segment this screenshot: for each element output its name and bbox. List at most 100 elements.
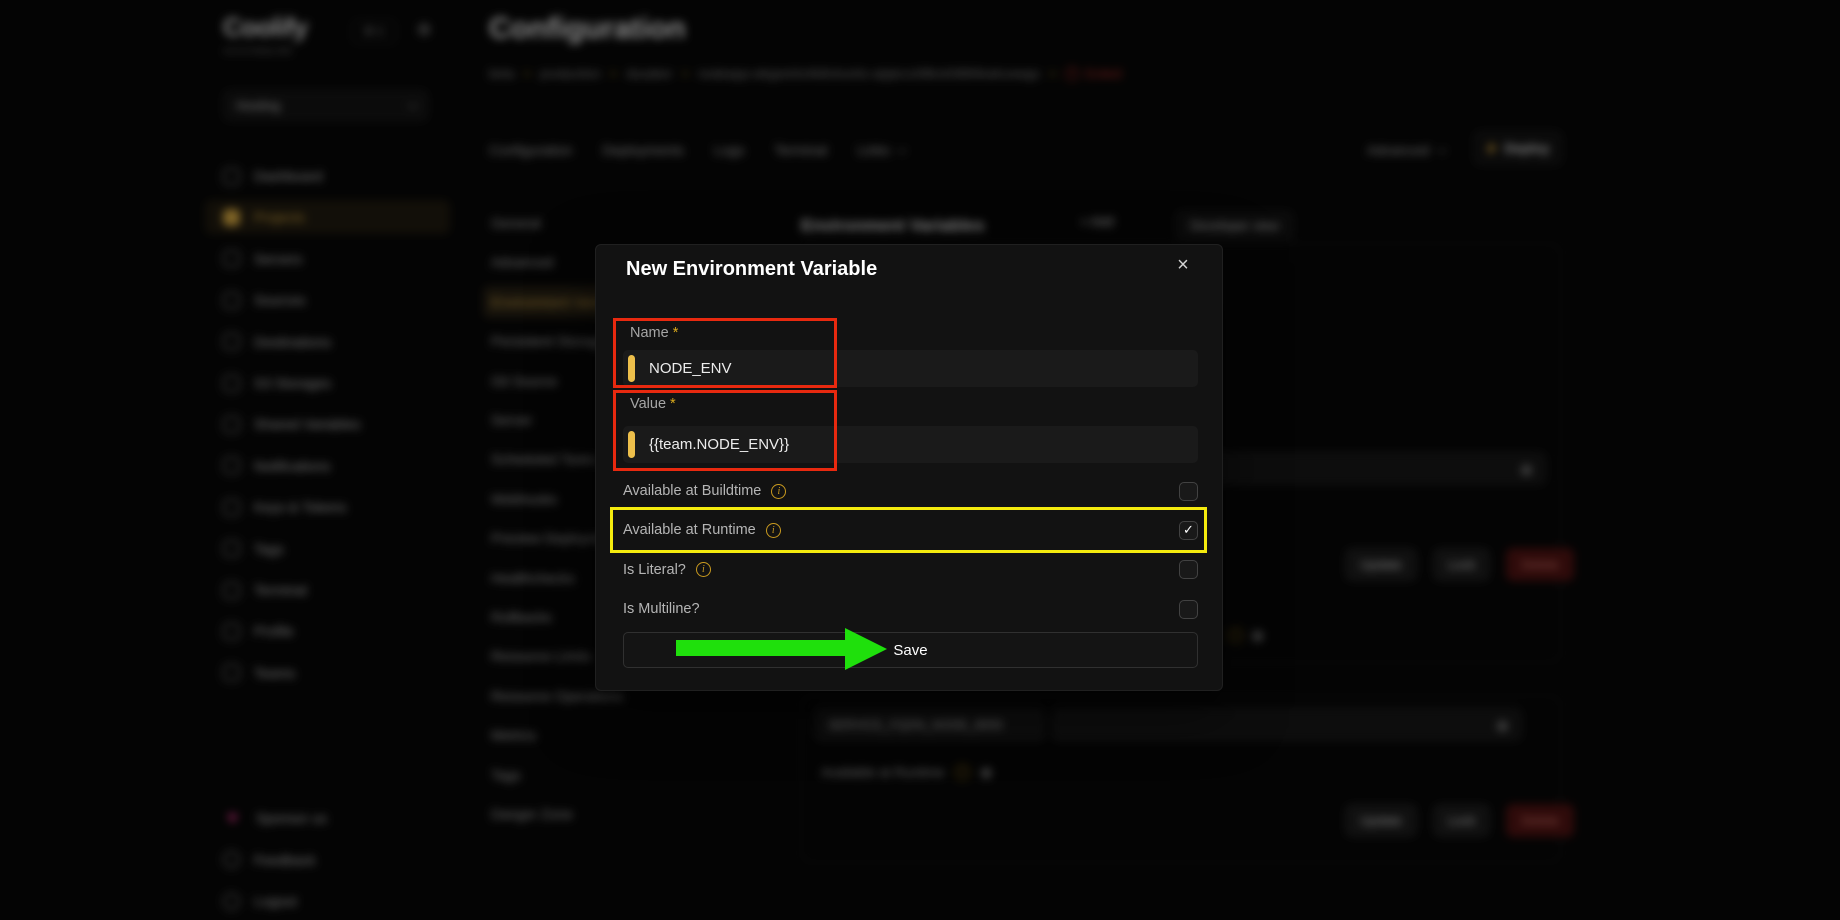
advanced-dropdown[interactable]: Advanced (1367, 142, 1444, 158)
update-button[interactable]: Update (1345, 548, 1417, 581)
save-button[interactable]: Save (623, 632, 1198, 668)
sidebar-item-destinations[interactable]: Destinations (205, 325, 450, 359)
page-title: Configuration (489, 12, 686, 46)
sidebar-item-label: Logout (254, 893, 297, 909)
dashboard-icon (223, 168, 240, 185)
shared-variables-icon (223, 416, 240, 433)
config-nav-metrics[interactable]: Metrics (483, 719, 685, 751)
sidebar-item-keys-tokens[interactable]: Keys & Tokens (205, 490, 450, 524)
sponsor-heart-icon: ♥ (223, 809, 242, 828)
tab-label: Configuration (489, 142, 572, 158)
config-nav-tags[interactable]: Tags (483, 759, 685, 791)
eye-icon[interactable]: ◉ (1520, 460, 1533, 478)
deploy-button[interactable]: Deploy (1474, 131, 1562, 165)
sidebar-item-label: Projects (254, 209, 305, 225)
sidebar-item-label: S3 Storages (254, 375, 331, 391)
env-var-2-name-input[interactable]: SERVICE_FQDN_NODE_8000 (815, 708, 1045, 741)
sidebar-item-terminal[interactable]: Terminal (205, 573, 450, 607)
sidebar-item-projects[interactable]: Projects (205, 200, 450, 234)
name-input[interactable] (623, 350, 1198, 387)
tab-terminal[interactable]: Terminal (774, 142, 827, 158)
sidebar-item-label: Destinations (254, 334, 331, 350)
lock-button[interactable]: Lock (1433, 804, 1490, 837)
close-icon[interactable]: × (1171, 253, 1195, 277)
checkbox-is-literal[interactable] (1179, 560, 1198, 579)
option-label: Available at Buildtime (623, 483, 761, 499)
value-input[interactable] (623, 426, 1198, 463)
breadcrumb-separator: > (681, 66, 689, 81)
teams-icon (223, 664, 240, 681)
tab-configuration[interactable]: Configuration (489, 142, 572, 158)
profile-icon (223, 623, 240, 640)
breadcrumb-separator: > (1049, 66, 1057, 81)
add-env-var-button[interactable]: + Add (1080, 214, 1114, 229)
breadcrumb-segment[interactable]: dusaker (626, 66, 672, 81)
sidebar-item-profile[interactable]: Profile (205, 614, 450, 648)
breadcrumb-segment[interactable]: beta (489, 66, 514, 81)
team-selector[interactable]: Hosting (223, 90, 428, 121)
env-var-2-value-input[interactable]: ◉ (1052, 708, 1522, 741)
developer-view-button[interactable]: Developer view (1176, 211, 1293, 239)
info-icon[interactable]: i (766, 523, 781, 538)
new-env-var-modal: New Environment Variable × Name * Value … (595, 244, 1223, 691)
sidebar-item-dashboard[interactable]: Dashboard (205, 159, 450, 193)
delete-button[interactable]: Delete (1506, 804, 1574, 837)
breadcrumb: beta>production>dusaker>nodeapp-wkgws0o4… (489, 66, 1122, 81)
checkbox-available-at-buildtime[interactable] (1179, 482, 1198, 501)
sidebar-item-label: Tags (254, 541, 284, 557)
tab-links[interactable]: Links (857, 142, 904, 158)
eye-icon[interactable]: ◉ (1496, 716, 1509, 734)
breadcrumb-segment[interactable]: production (540, 66, 601, 81)
info-icon[interactable]: i (771, 484, 786, 499)
sidebar-item-shared-variables[interactable]: Shared Variables (205, 407, 450, 441)
update-button[interactable]: Update (1345, 804, 1417, 837)
error-icon: ! (1065, 67, 1079, 81)
sidebar-item-tags[interactable]: Tags (205, 532, 450, 566)
sidebar-item-logout[interactable]: Logout (205, 884, 450, 918)
sidebar-item-notifications[interactable]: Notifications (205, 449, 450, 483)
sidebar-item-label: Keys & Tokens (254, 499, 346, 515)
sidebar-item-label: Feedback (254, 852, 315, 868)
env-section-title: Environment Variables (801, 216, 984, 236)
tab-logs[interactable]: Logs (714, 142, 744, 158)
lightning-icon (1486, 141, 1497, 156)
sidebar-item-sponsor-us[interactable]: ♥ Sponsor us (205, 801, 450, 835)
config-nav-general[interactable]: General (483, 207, 685, 239)
breadcrumb-segment[interactable]: nodeapp-wkgws0o4k8ckso0o-aijqlvcs08kck08… (698, 66, 1040, 81)
deploy-label: Deploy (1504, 141, 1549, 156)
info-icon[interactable]: i (696, 562, 711, 577)
env-var-1-actions: Update Lock Delete (1345, 548, 1574, 581)
sidebar-item-s3-storages[interactable]: S3 Storages (205, 366, 450, 400)
destinations-icon (223, 333, 240, 350)
sidebar-item-feedback[interactable]: Feedback (205, 843, 450, 877)
app-version: v4.0.0-beta.342 (223, 46, 293, 57)
checkbox-available-at-runtime[interactable]: ✓ (1179, 521, 1198, 540)
terminal-icon (223, 582, 240, 599)
sidebar-item-teams[interactable]: Teams (205, 656, 450, 690)
search-shortcut[interactable]: ⌘ K (352, 20, 396, 43)
sidebar-item-label: Profile (254, 623, 294, 639)
sidebar-item-label: Servers (254, 251, 302, 267)
logout-icon (223, 893, 240, 910)
sidebar-item-servers[interactable]: Servers (205, 242, 450, 276)
option-label: Is Literal? (623, 562, 686, 578)
s3-storages-icon (223, 375, 240, 392)
env-var-2-flags: Available at Runtime i ◉ (821, 763, 993, 781)
config-nav-danger-zone[interactable]: Danger Zone (483, 798, 685, 830)
notifications-icon (223, 457, 240, 474)
status-badge: !Exited (1065, 66, 1121, 81)
name-field-label: Name * (630, 325, 678, 341)
modal-title: New Environment Variable (626, 258, 877, 281)
checkbox-is-multiline[interactable] (1179, 600, 1198, 619)
keys-tokens-icon (223, 499, 240, 516)
delete-button[interactable]: Delete (1506, 548, 1574, 581)
value-field (623, 426, 1198, 463)
info-icon[interactable]: i (955, 765, 970, 780)
sidebar-item-sources[interactable]: Sources (205, 283, 450, 317)
tab-deployments[interactable]: Deployments (602, 142, 684, 158)
required-asterisk: * (673, 325, 679, 341)
info-icon[interactable]: i (1228, 628, 1243, 643)
sidebar-item-label: Sponsor us (256, 810, 327, 826)
gear-icon[interactable]: ⚙ (417, 20, 431, 40)
lock-button[interactable]: Lock (1433, 548, 1490, 581)
